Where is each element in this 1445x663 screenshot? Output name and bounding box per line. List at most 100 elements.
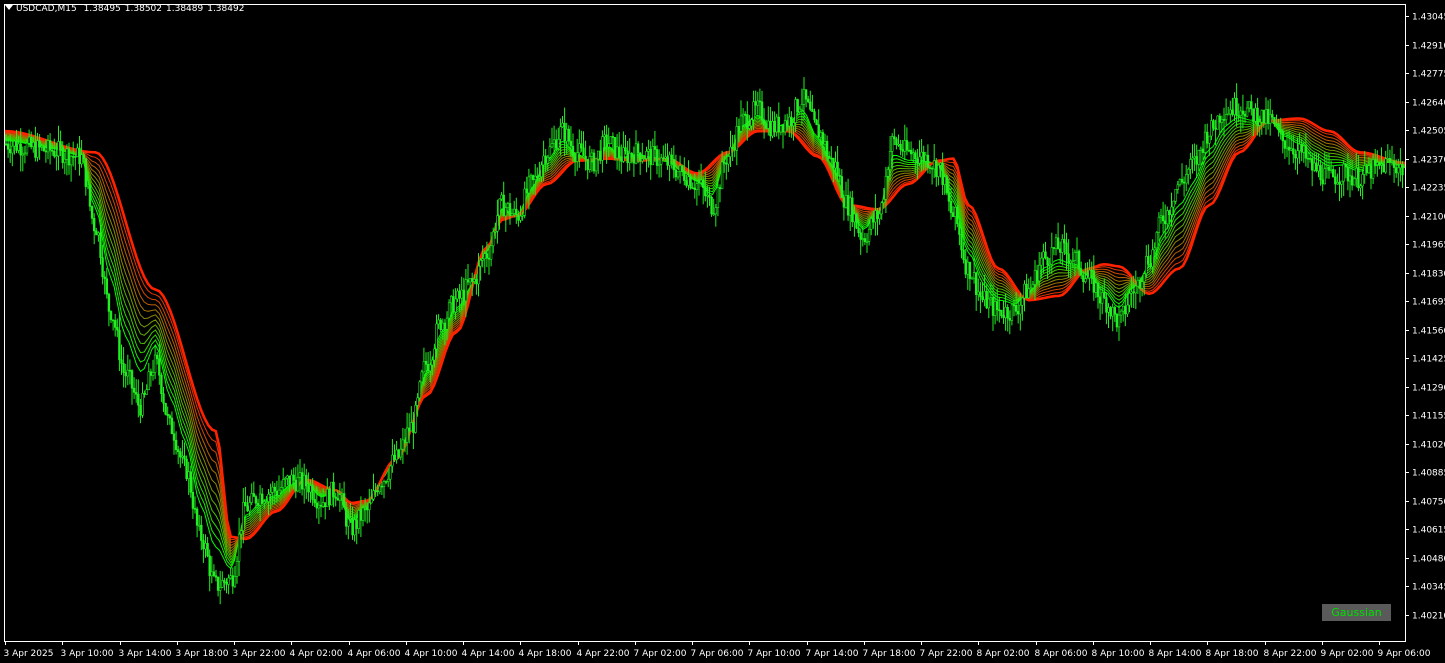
- candle-body: [1325, 166, 1329, 169]
- candle-body: [231, 575, 234, 587]
- candle-body: [1388, 158, 1392, 163]
- candle-body: [991, 297, 995, 316]
- candle-body: [953, 207, 957, 217]
- candle-body: [212, 571, 216, 576]
- candle-body: [672, 159, 676, 171]
- candle-body: [410, 422, 413, 432]
- candle-body: [1008, 317, 1012, 321]
- candle-body: [1302, 145, 1306, 153]
- y-tick-label: 1.42370: [1412, 156, 1445, 166]
- candle-body: [836, 161, 839, 176]
- candle-body: [395, 449, 398, 460]
- candle-body: [781, 125, 785, 133]
- candle-body: [441, 322, 444, 331]
- candle-body: [750, 119, 753, 127]
- candle-body: [198, 524, 201, 527]
- candle-body: [475, 279, 478, 285]
- candle-body: [443, 322, 447, 330]
- candle-body: [111, 319, 115, 322]
- candle-body: [1191, 157, 1194, 160]
- candle-body: [1390, 160, 1394, 163]
- y-tick-label: 1.40615: [1412, 526, 1445, 536]
- candle-body: [357, 510, 360, 529]
- candle-body: [93, 218, 96, 232]
- candle-body: [145, 389, 148, 395]
- candle-body: [1040, 257, 1043, 266]
- candle-body: [882, 199, 886, 203]
- candle-body: [506, 203, 510, 208]
- candle-body: [1054, 237, 1058, 249]
- candle-body: [920, 151, 923, 158]
- candle-body: [359, 510, 363, 521]
- candle-body: [674, 169, 678, 178]
- candle-body: [804, 89, 808, 100]
- candle-body: [554, 139, 558, 149]
- candle-body: [951, 212, 955, 217]
- candle-body: [118, 329, 121, 361]
- candle-body: [170, 417, 174, 434]
- candle-body: [548, 146, 552, 158]
- y-tick-label: 1.42505: [1412, 127, 1445, 137]
- candle-body: [1178, 179, 1182, 186]
- y-tick-label: 1.41830: [1412, 270, 1445, 280]
- candle-body: [1109, 307, 1112, 317]
- candle-body: [632, 156, 636, 164]
- candle-body: [313, 499, 316, 504]
- candle-body: [260, 493, 264, 504]
- candle-body: [248, 502, 251, 512]
- candle-body: [1038, 264, 1041, 282]
- candle-body: [128, 369, 132, 372]
- dropdown-triangle-icon[interactable]: [5, 5, 13, 10]
- candle-body: [1073, 252, 1077, 261]
- y-tick-label: 1.41560: [1412, 327, 1445, 337]
- candle-body: [880, 202, 883, 215]
- candle-body: [302, 474, 306, 490]
- candle-body: [525, 188, 529, 194]
- candle-body: [794, 99, 797, 123]
- candle-body: [636, 143, 640, 154]
- candle-body: [63, 158, 67, 163]
- candle-body: [628, 153, 631, 163]
- candle-body: [315, 502, 318, 509]
- candle-body: [567, 128, 571, 142]
- candle-body: [61, 146, 64, 163]
- candle-body: [1245, 107, 1249, 117]
- candle-body: [844, 195, 848, 208]
- x-tick-label: 3 Apr 18:00: [176, 649, 229, 659]
- candle-body: [1275, 123, 1278, 125]
- candle-body: [699, 179, 703, 184]
- candle-body: [1016, 310, 1020, 315]
- indicator-badge[interactable]: Gaussian: [1322, 604, 1391, 621]
- candle-body: [235, 560, 239, 577]
- candle-body: [1348, 175, 1352, 182]
- price-chart[interactable]: 1.43045 1.42910 1.42775 1.42640 1.42505 1.423…: [0, 0, 1445, 663]
- candle-body: [156, 354, 159, 360]
- candle-body: [916, 158, 919, 164]
- candle-body: [771, 121, 774, 137]
- candle-body: [473, 279, 476, 282]
- candle-body: [861, 238, 865, 240]
- candle-body: [240, 530, 243, 535]
- candle-body: [126, 369, 130, 377]
- candle-body: [798, 108, 802, 113]
- close-value: 1.38492: [207, 4, 245, 14]
- candle-body: [546, 157, 550, 164]
- candle-body: [200, 524, 203, 541]
- candle-body: [418, 381, 421, 399]
- candle-body: [78, 147, 81, 165]
- candle-body: [1002, 315, 1005, 318]
- candle-body: [848, 197, 852, 216]
- candle-body: [273, 486, 276, 492]
- candle-body: [1350, 175, 1354, 186]
- candle-body: [557, 139, 560, 149]
- candle-body: [221, 580, 224, 588]
- candle-body: [897, 144, 900, 146]
- candle-body: [447, 302, 451, 319]
- candle-body: [309, 485, 312, 493]
- candle-body: [504, 207, 507, 217]
- candle-body: [634, 143, 638, 164]
- candle-body: [32, 142, 35, 147]
- candle-body: [1004, 306, 1007, 318]
- candle-body: [1027, 288, 1030, 299]
- candle-body: [386, 478, 390, 482]
